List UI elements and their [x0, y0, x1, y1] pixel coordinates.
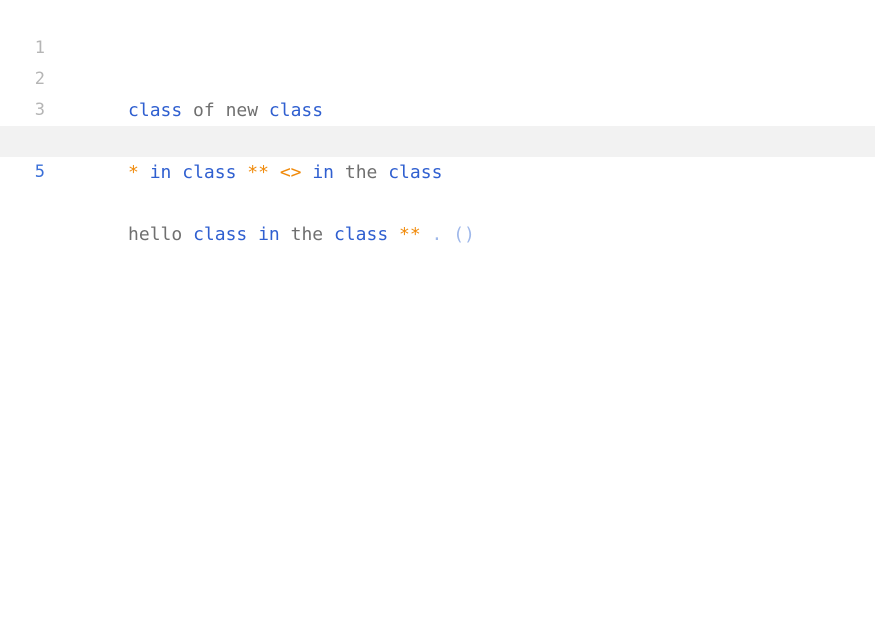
- operator-token: <>: [279, 162, 302, 183]
- keyword-token: class: [333, 224, 389, 245]
- editor-line[interactable]: 1 class of new class: [0, 2, 875, 121]
- text-token: the: [334, 162, 389, 183]
- operator-token: *: [128, 162, 139, 183]
- text-token: the: [279, 224, 334, 245]
- editor-line[interactable]: 2: [0, 33, 875, 89]
- keyword-token: class: [182, 162, 237, 183]
- line-number: 5: [34, 162, 45, 182]
- editor-line[interactable]: 4: [0, 95, 875, 151]
- keyword-token: in: [258, 224, 280, 245]
- operator-token: **: [247, 162, 269, 183]
- operator-token: **: [399, 224, 421, 245]
- keyword-token: in: [149, 162, 172, 183]
- editor-line[interactable]: 3 * in class ** <> in the class: [0, 64, 875, 183]
- keyword-token: class: [388, 162, 443, 183]
- keyword-token: class: [193, 224, 248, 245]
- line-content[interactable]: hello class in the class ** . (): [63, 188, 475, 281]
- punctuation-token: (): [453, 224, 475, 245]
- active-editor-line[interactable]: 5 hello class in the class ** . (): [0, 126, 875, 245]
- punctuation-token: .: [431, 224, 443, 245]
- keyword-token: in: [312, 162, 335, 183]
- text-token: hello: [128, 224, 194, 245]
- code-editor[interactable]: 1 class of new class 2 3 * in class ** <…: [0, 2, 875, 625]
